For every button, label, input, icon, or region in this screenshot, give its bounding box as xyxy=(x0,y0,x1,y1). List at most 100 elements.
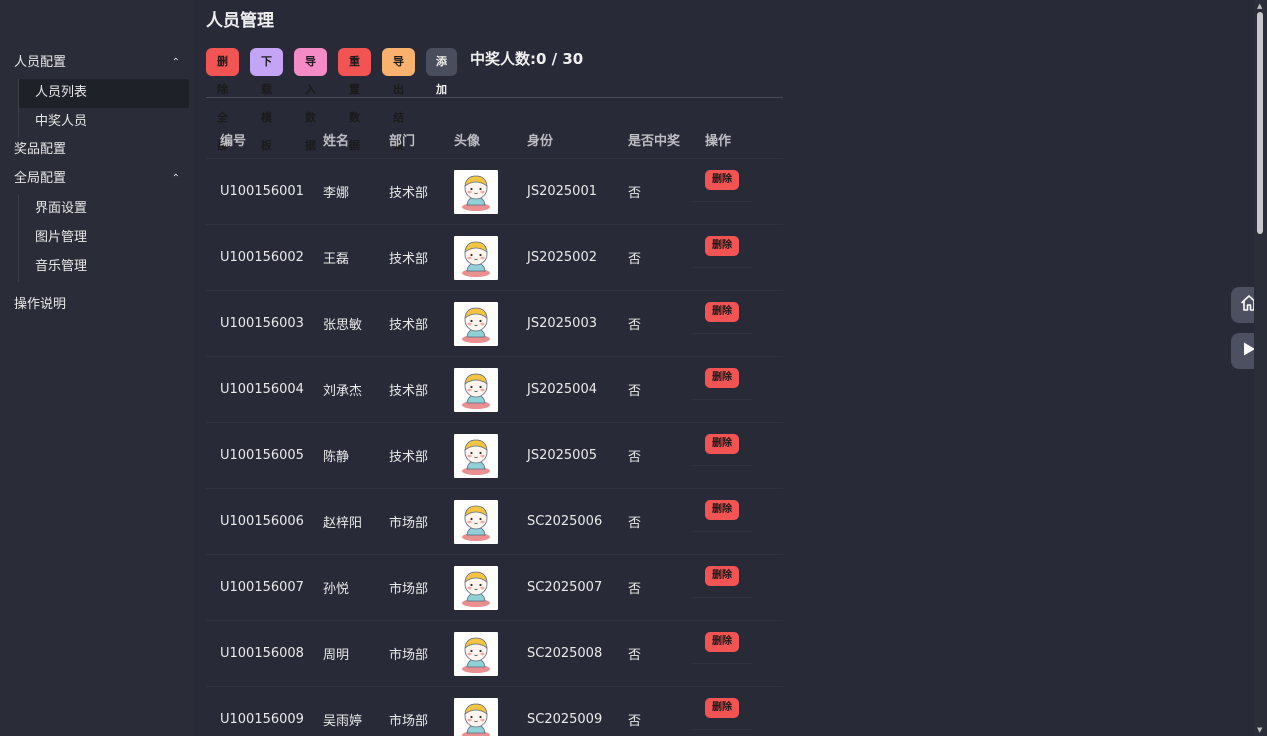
sidebar-group-global-config[interactable]: 全局配置 ⌃ xyxy=(0,166,194,195)
avatar xyxy=(454,631,498,676)
scroll-down-arrow-icon[interactable]: ▼ xyxy=(1257,726,1262,734)
header-avatar: 头像 xyxy=(454,133,481,149)
table-row: U100156006 赵梓阳 市场部 SC2025006 否 删除 xyxy=(206,489,783,555)
sidebar: 人员配置 ⌃ 人员列表 中奖人员 奖品配置 全局配置 ⌃ 界面设置 图片管理 音… xyxy=(0,0,194,736)
scroll-up-arrow-icon[interactable]: ▲ xyxy=(1257,2,1262,10)
sidebar-item-ui-settings[interactable]: 界面设置 xyxy=(19,195,189,224)
sidebar-submenu-personnel: 人员列表 中奖人员 xyxy=(18,79,194,137)
sidebar-group-personnel-config[interactable]: 人员配置 ⌃ xyxy=(0,50,194,79)
sidebar-submenu-global: 界面设置 图片管理 音乐管理 xyxy=(18,195,194,282)
delete-row-button[interactable]: 删除 xyxy=(705,170,739,190)
download-template-button[interactable]: 下载模板 xyxy=(250,48,283,152)
delete-row-button[interactable]: 删除 xyxy=(705,302,739,322)
cell-dept: 市场部 xyxy=(389,582,429,597)
cell-won: 否 xyxy=(628,318,642,333)
cell-avatar xyxy=(454,631,527,676)
avatar xyxy=(454,301,498,346)
export-result-button[interactable]: 导出结果 xyxy=(382,48,415,152)
sidebar-item-image-management[interactable]: 图片管理 xyxy=(19,224,189,253)
cell-won: 否 xyxy=(628,648,642,663)
sidebar-group-prize-config[interactable]: 奖品配置 xyxy=(0,137,194,166)
sidebar-group-label: 全局配置 xyxy=(14,171,67,186)
cell-won: 否 xyxy=(628,582,642,597)
cell-actions: 删除 xyxy=(705,225,783,256)
cell-name: 王磊 xyxy=(323,252,350,267)
cell-dept: 技术部 xyxy=(389,318,429,333)
delete-row-button[interactable]: 删除 xyxy=(705,632,739,652)
scrollbar-thumb[interactable] xyxy=(1257,12,1263,234)
add-button[interactable]: 添加 xyxy=(426,48,457,96)
table-row: U100156003 张思敏 技术部 JS2025003 否 删除 xyxy=(206,291,783,357)
cell-name: 陈静 xyxy=(323,450,350,465)
delete-row-button[interactable]: 删除 xyxy=(705,698,739,718)
cell-dept: 技术部 xyxy=(389,384,429,399)
cell-won: 否 xyxy=(628,252,642,267)
cell-id: U100156007 xyxy=(220,580,304,595)
cell-dept: 市场部 xyxy=(389,516,429,531)
chevron-up-icon: ⌃ xyxy=(171,173,180,184)
cell-actions: 删除 xyxy=(705,687,783,718)
cell-name: 周明 xyxy=(323,648,350,663)
sidebar-group-instructions[interactable]: 操作说明 xyxy=(0,292,194,321)
sidebar-item-winners[interactable]: 中奖人员 xyxy=(19,108,189,137)
delete-row-button[interactable]: 删除 xyxy=(705,566,739,586)
cell-avatar xyxy=(454,433,527,478)
delete-row-button[interactable]: 删除 xyxy=(705,236,739,256)
cell-avatar xyxy=(454,697,527,736)
delete-row-button[interactable]: 删除 xyxy=(705,368,739,388)
cell-actions: 删除 xyxy=(705,489,783,520)
cell-avatar xyxy=(454,499,527,544)
cell-id: U100156008 xyxy=(220,646,304,661)
avatar xyxy=(454,697,498,736)
avatar xyxy=(454,433,498,478)
cell-dept: 市场部 xyxy=(389,714,429,729)
cell-dept: 技术部 xyxy=(389,186,429,201)
cell-id: U100156005 xyxy=(220,448,304,463)
delete-row-button[interactable]: 删除 xyxy=(705,434,739,454)
page-title: 人员管理 xyxy=(206,11,274,31)
header-won: 是否中奖 xyxy=(628,133,681,149)
action-cell-divider xyxy=(693,729,753,730)
avatar xyxy=(454,499,498,544)
table-row: U100156002 王磊 技术部 JS2025002 否 删除 xyxy=(206,225,783,291)
app-root: 人员配置 ⌃ 人员列表 中奖人员 奖品配置 全局配置 ⌃ 界面设置 图片管理 音… xyxy=(0,0,1267,736)
cell-actions: 删除 xyxy=(705,621,783,652)
action-cell-divider xyxy=(693,531,753,532)
import-data-button[interactable]: 导入数据 xyxy=(294,48,327,152)
cell-identity: JS2025001 xyxy=(527,184,597,199)
table-header: 编号 姓名 部门 头像 身份 是否中奖 操作 xyxy=(206,120,783,159)
cell-actions: 删除 xyxy=(705,291,783,322)
sidebar-nav: 人员配置 ⌃ 人员列表 中奖人员 奖品配置 全局配置 ⌃ 界面设置 图片管理 音… xyxy=(0,50,194,321)
sidebar-item-person-list[interactable]: 人员列表 xyxy=(19,79,189,108)
cell-identity: JS2025002 xyxy=(527,250,597,265)
page-scrollbar[interactable]: ▲ ▼ xyxy=(1254,0,1267,736)
delete-all-button[interactable]: 删除全部 xyxy=(206,48,239,152)
cell-avatar xyxy=(454,301,527,346)
avatar xyxy=(454,367,498,412)
divider xyxy=(206,97,783,98)
delete-row-button[interactable]: 删除 xyxy=(705,500,739,520)
cell-name: 刘承杰 xyxy=(323,384,363,399)
chevron-up-icon: ⌃ xyxy=(171,57,180,68)
cell-identity: SC2025009 xyxy=(527,712,603,727)
cell-id: U100156002 xyxy=(220,250,304,265)
sidebar-group-label: 奖品配置 xyxy=(14,142,67,157)
toolbar: 删除全部 下载模板 导入数据 重置数据 导出结果 添加 中奖人数:0 / 30 xyxy=(206,48,583,152)
sidebar-item-music-management[interactable]: 音乐管理 xyxy=(19,253,189,282)
sidebar-group-label: 操作说明 xyxy=(14,297,67,312)
cell-name: 赵梓阳 xyxy=(323,516,363,531)
cell-identity: SC2025006 xyxy=(527,514,603,529)
action-cell-divider xyxy=(693,201,753,202)
sidebar-group-label: 人员配置 xyxy=(14,55,67,70)
header-name: 姓名 xyxy=(323,133,350,149)
cell-won: 否 xyxy=(628,450,642,465)
table-row: U100156007 孙悦 市场部 SC2025007 否 删除 xyxy=(206,555,783,621)
cell-id: U100156003 xyxy=(220,316,304,331)
header-id: 编号 xyxy=(220,133,247,149)
cell-dept: 技术部 xyxy=(389,450,429,465)
action-cell-divider xyxy=(693,663,753,664)
cell-identity: SC2025008 xyxy=(527,646,603,661)
reset-data-button[interactable]: 重置数据 xyxy=(338,48,371,152)
cell-identity: JS2025004 xyxy=(527,382,597,397)
